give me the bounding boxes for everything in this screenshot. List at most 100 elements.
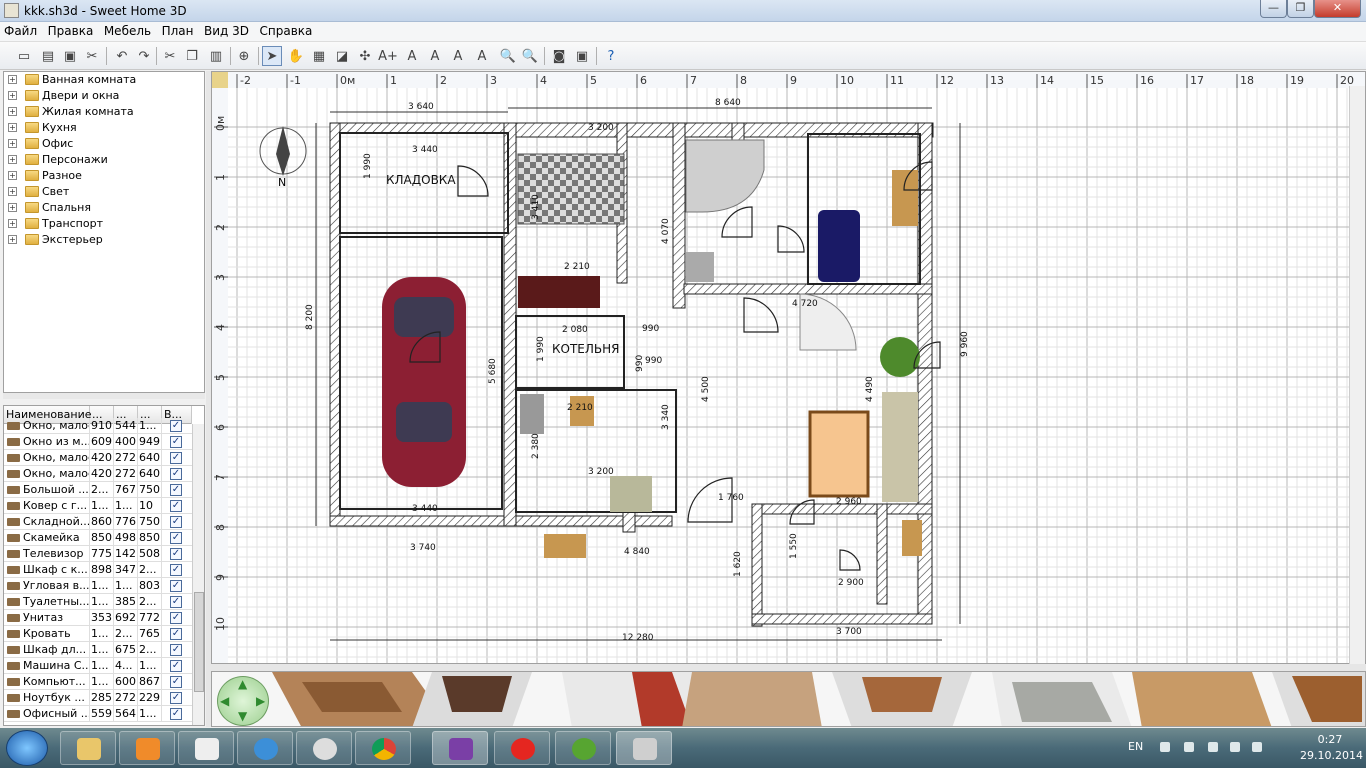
taskbar-yandex-browser[interactable] [494,731,550,765]
table-row[interactable]: Ноутбук ... 285 272 229 ✓ [4,690,192,706]
table-row[interactable]: Офисный ... 559 564 1... ✓ [4,706,192,722]
export-icon[interactable]: ▣ [572,46,592,66]
undo-icon[interactable]: ↶ [112,46,132,66]
taskbar-media-player[interactable] [119,731,175,765]
visible-checkbox[interactable]: ✓ [170,564,182,576]
vertical-scrollbar[interactable] [192,424,204,725]
visible-checkbox[interactable]: ✓ [170,580,182,592]
taskbar-chrome[interactable] [355,731,411,765]
visible-checkbox[interactable]: ✓ [170,500,182,512]
visible-checkbox[interactable]: ✓ [170,692,182,704]
visible-checkbox[interactable]: ✓ [170,548,182,560]
menu-edit[interactable]: Правка [44,22,97,38]
table-row[interactable]: Туалетны... 1... 385 2... ✓ [4,594,192,610]
create-rooms-icon[interactable]: ◪ [332,46,352,66]
start-button[interactable] [6,730,48,766]
signal-icon[interactable] [1252,742,1262,752]
table-row[interactable]: Телевизор 775 142 508 ✓ [4,546,192,562]
copy-icon[interactable]: ❐ [182,46,202,66]
zoom-in-icon[interactable]: 🔍 [498,46,518,66]
save-icon[interactable]: ▣ [60,46,80,66]
menu-help[interactable]: Справка [256,22,316,38]
pan-icon[interactable]: ✋ [286,46,306,66]
plan-view[interactable]: -2 -1 0м 1 2 3 4 5 6 7 8 9 10 11 12 13 14 15 16 17 18 19 20 0м 1… [211,71,1366,664]
taskbar-explorer[interactable] [60,731,116,765]
create-photo-icon[interactable]: ◙ [549,46,569,66]
paste-icon[interactable]: ▥ [206,46,226,66]
menu-plan[interactable]: План [158,22,197,38]
visible-checkbox[interactable]: ✓ [170,596,182,608]
create-dimensions-icon[interactable]: ✣ [355,46,375,66]
create-walls-icon[interactable]: ▦ [309,46,329,66]
table-row[interactable]: Машина С... 1... 4... 1... ✓ [4,658,192,674]
3d-navigation-arrows[interactable]: ▲ ◀ ▶ ▼ [217,676,269,726]
splitter[interactable] [3,393,205,399]
table-row[interactable]: Окно, малое 910 544 1... ✓ [4,418,192,434]
catalog-item[interactable]: + Свет [4,184,204,200]
taskbar-opera[interactable] [296,731,352,765]
flag-icon[interactable] [1184,742,1194,752]
taskbar-visual-studio[interactable] [432,731,488,765]
catalog-item[interactable]: + Двери и окна [4,88,204,104]
table-row[interactable]: Скамейка 850 498 850 ✓ [4,530,192,546]
arrow-up-icon[interactable]: ▲ [238,677,247,691]
menu-file[interactable]: Файл [0,22,40,38]
table-row[interactable]: Окно, малое 420 272 640 ✓ [4,450,192,466]
minimize-button[interactable]: — [1260,0,1287,18]
text-style-icon[interactable]: A [402,46,422,66]
text-italic-icon[interactable]: A [472,46,492,66]
splitter[interactable] [211,664,1366,671]
arrow-right-icon[interactable]: ▶ [256,694,265,708]
visible-checkbox[interactable]: ✓ [170,516,182,528]
language-indicator[interactable]: EN [1128,740,1143,753]
table-row[interactable]: Складной... 860 776 750 ✓ [4,514,192,530]
visible-checkbox[interactable]: ✓ [170,452,182,464]
visible-checkbox[interactable]: ✓ [170,612,182,624]
catalog-item[interactable]: + Персонажи [4,152,204,168]
clock-time[interactable]: 0:27 [1300,733,1360,746]
help-icon[interactable]: ? [601,46,621,66]
catalog-item[interactable]: + Кухня [4,120,204,136]
visible-checkbox[interactable]: ✓ [170,644,182,656]
catalog-item[interactable]: + Экстерьер [4,232,204,248]
catalog-item[interactable]: + Офис [4,136,204,152]
catalog-item[interactable]: + Спальня [4,200,204,216]
zoom-out-icon[interactable]: 🔍 [520,46,540,66]
visible-checkbox[interactable]: ✓ [170,468,182,480]
floor-plan-canvas[interactable]: -2 -1 0м 1 2 3 4 5 6 7 8 9 10 11 12 13 14 15 16 17 18 19 200м1… [212,72,1366,664]
table-row[interactable]: Кровать 1... 2... 765 ✓ [4,626,192,642]
taskbar-sweet-home-3d[interactable] [616,731,672,765]
arrow-down-icon[interactable]: ▼ [238,709,247,723]
visible-checkbox[interactable]: ✓ [170,484,182,496]
select-icon[interactable]: ➤ [262,46,282,66]
menu-3d-view[interactable]: Вид 3D [200,22,252,38]
table-row[interactable]: Шкаф с к... 898 347 2... ✓ [4,562,192,578]
table-row[interactable]: Шкаф дл... 1... 675 2... ✓ [4,642,192,658]
visible-checkbox[interactable]: ✓ [170,676,182,688]
text-size-down-icon[interactable]: A [448,46,468,66]
table-row[interactable]: Окно, малое 420 272 640 ✓ [4,466,192,482]
close-button[interactable]: ✕ [1314,0,1361,18]
taskbar-utorrent[interactable] [555,731,611,765]
taskbar-notepad[interactable] [178,731,234,765]
volume-icon[interactable] [1208,742,1218,752]
table-row[interactable]: Большой ... 2... 767 750 ✓ [4,482,192,498]
new-icon[interactable]: ▭ [14,46,34,66]
catalog-item[interactable]: + Жилая комната [4,104,204,120]
cut-icon[interactable]: ✂ [160,46,180,66]
plan-vertical-scrollbar[interactable] [1349,86,1365,664]
visible-checkbox[interactable]: ✓ [170,660,182,672]
catalog-item[interactable]: + Транспорт [4,216,204,232]
add-furniture-icon[interactable]: ⊕ [234,46,254,66]
table-row[interactable]: Угловая в... 1... 1... 803 ✓ [4,578,192,594]
3d-view[interactable]: ▲ ◀ ▶ ▼ [211,671,1366,727]
catalog-item[interactable]: + Разное [4,168,204,184]
visible-checkbox[interactable]: ✓ [170,420,182,432]
visible-checkbox[interactable]: ✓ [170,708,182,720]
table-row[interactable]: Ковер с г... 1... 1... 10 ✓ [4,498,192,514]
visible-checkbox[interactable]: ✓ [170,532,182,544]
show-hidden-icons-icon[interactable] [1160,742,1170,752]
visible-checkbox[interactable]: ✓ [170,628,182,640]
arrow-left-icon[interactable]: ◀ [220,694,229,708]
taskbar-internet-explorer[interactable] [237,731,293,765]
